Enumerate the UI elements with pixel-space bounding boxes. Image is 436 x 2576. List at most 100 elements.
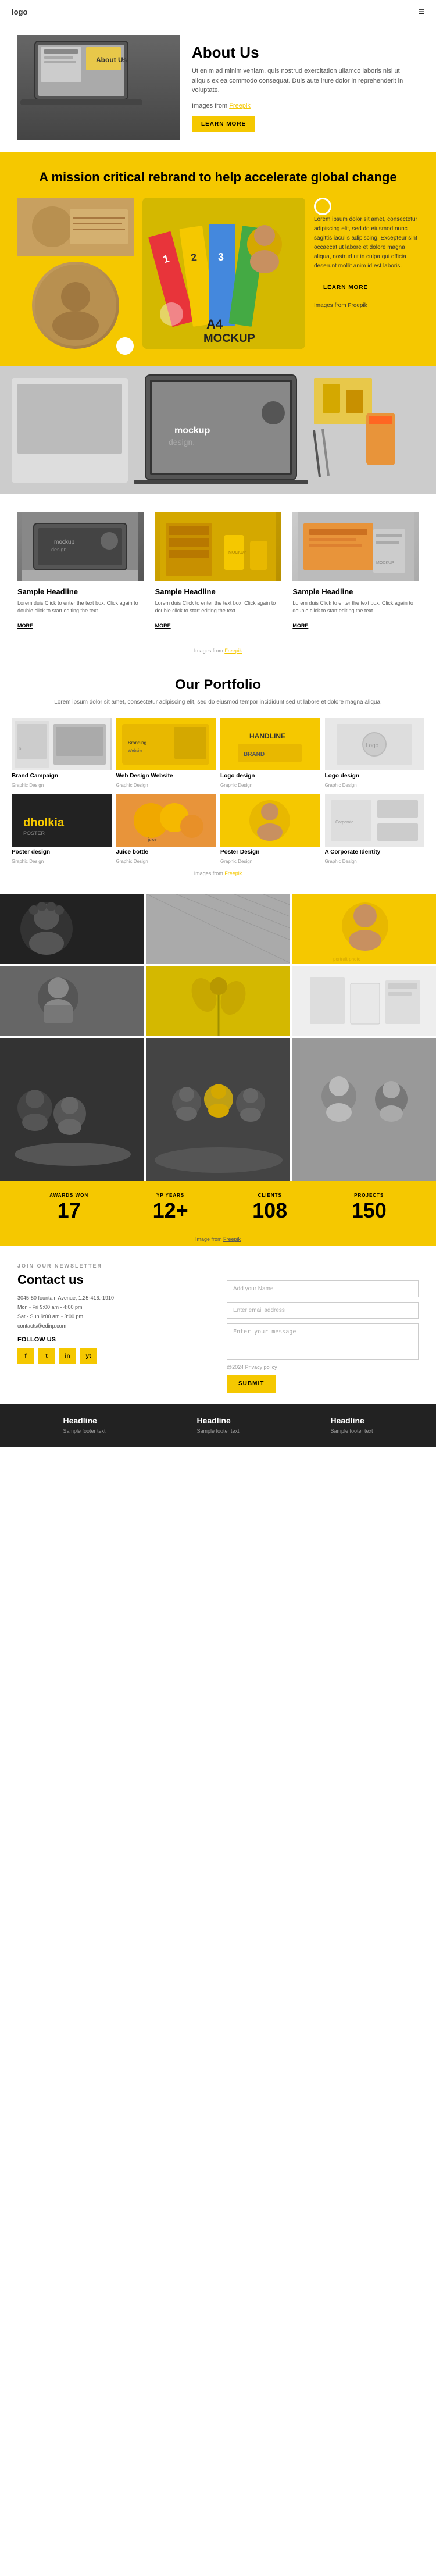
portfolio-item-7-category: Graphic Design [220, 859, 252, 864]
email-input[interactable] [227, 1302, 419, 1319]
hero-body: Ut enim ad minim veniam, quis nostrud ex… [192, 66, 419, 95]
rebrand-learn-more-button[interactable]: LEARN MORE [314, 280, 377, 295]
mockup-card-1-body: Lorem duis Click to enter the text box. … [17, 600, 144, 615]
portfolio-item-6-category: Graphic Design [116, 859, 148, 864]
gallery-cell-5 [146, 966, 290, 1036]
mockup-card-2: MOCKUP Sample Headline Lorem duis Click … [149, 506, 287, 636]
stat-clients-value: 108 [252, 1200, 287, 1221]
mockup-card-1-image: mockup design. [17, 512, 144, 581]
message-input[interactable] [227, 1323, 419, 1360]
svg-text:MOCKUP: MOCKUP [228, 551, 246, 555]
portfolio-item-8-category: Graphic Design [325, 859, 357, 864]
svg-text:About Us: About Us [96, 56, 127, 64]
twitter-icon[interactable]: t [38, 1348, 55, 1364]
gallery-cell-7 [0, 1038, 144, 1181]
rebrand-source: Images from Freepik [314, 301, 419, 311]
gallery-cell-9 [292, 1038, 436, 1181]
facebook-icon[interactable]: f [17, 1348, 34, 1364]
mockup-card-2-more[interactable]: MORE [155, 623, 171, 629]
svg-text:POSTER: POSTER [23, 830, 45, 836]
photo-gallery: portrait photo [0, 894, 436, 1181]
portfolio-subtitle: Lorem ipsum dolor sit amet, consectetur … [12, 698, 424, 707]
portfolio-title: Our Portfolio [12, 677, 424, 693]
submit-button[interactable]: SUBMIT [227, 1375, 276, 1393]
portfolio-item-5[interactable]: dholkia POSTER Poster design Graphic Des… [12, 794, 112, 866]
portfolio-item-3[interactable]: HANDLINE BRAND Logo design Graphic Desig… [220, 718, 320, 790]
newsletter-section: JOIN OUR NEWSLETTER Contact us 3045-50 f… [0, 1246, 436, 1404]
gallery-cell-2 [146, 894, 290, 964]
youtube-icon[interactable]: yt [80, 1348, 97, 1364]
mockup-card-2-image: MOCKUP [155, 512, 281, 581]
svg-text:dholkia: dholkia [23, 816, 65, 829]
hamburger-icon[interactable]: ≡ [418, 6, 424, 18]
privacy-note: @2024 Privacy policy [227, 1364, 419, 1370]
stat-projects: PROJECTS 150 [352, 1193, 387, 1221]
svg-text:Branding: Branding [128, 740, 146, 745]
portfolio-item-7-title: Poster Design [220, 849, 320, 855]
footer-col-2: Headline Sample footer text [196, 1416, 239, 1436]
svg-text:Website: Website [128, 749, 142, 753]
footer-col-1-title: Headline [63, 1416, 105, 1425]
portfolio-item-3-title: Logo design [220, 773, 320, 779]
portfolio-item-2-category: Graphic Design [116, 783, 148, 788]
svg-text:3: 3 [218, 251, 224, 263]
stats-source: Image from Freepik [0, 1233, 436, 1246]
hero-image: About Us [17, 35, 180, 140]
contact-hours1: Mon - Fri 9:00 am - 4:00 pm [17, 1303, 209, 1312]
portfolio-item-3-category: Graphic Design [220, 783, 252, 788]
stat-years-label: YP YEARS [153, 1193, 188, 1198]
newsletter-right: @2024 Privacy policy SUBMIT [227, 1263, 419, 1393]
mockup-card-1-title: Sample Headline [17, 587, 144, 596]
svg-text:juice: juice [148, 838, 157, 842]
stat-clients: CLIENTS 108 [252, 1193, 287, 1221]
portfolio-item-7[interactable]: Poster Design Graphic Design [220, 794, 320, 866]
portfolio-item-6[interactable]: juice Juice bottle Graphic Design [116, 794, 216, 866]
gallery-cell-1 [0, 894, 144, 964]
hero-source: Images from Freepik [192, 101, 419, 111]
mockup-card-1-more[interactable]: MORE [17, 623, 33, 629]
portfolio-item-2[interactable]: Branding Website Web Design Website Grap… [116, 718, 216, 790]
hero-learn-more-button[interactable]: LEARN MORE [192, 116, 255, 132]
stat-years-value: 12+ [153, 1200, 188, 1221]
portfolio-item-8[interactable]: Corporate A Corporate Identity Graphic D… [325, 794, 425, 866]
rebrand-images [17, 198, 134, 355]
instagram-icon[interactable]: in [59, 1348, 76, 1364]
gallery-cell-3: portrait photo [292, 894, 436, 964]
hero-content: About Us Ut enim ad minim veniam, quis n… [192, 44, 419, 132]
portfolio-item-5-category: Graphic Design [12, 859, 44, 864]
contact-email: contacts@edinp.com [17, 1321, 209, 1330]
svg-text:design.: design. [169, 437, 195, 447]
svg-text:design.: design. [51, 547, 68, 552]
portfolio-section: Our Portfolio Lorem ipsum dolor sit amet… [0, 659, 436, 894]
footer-col-3: Headline Sample footer text [330, 1416, 373, 1436]
stat-clients-label: CLIENTS [252, 1193, 287, 1198]
footer-col-2-title: Headline [196, 1416, 239, 1425]
svg-text:b: b [19, 746, 22, 751]
portfolio-item-1-category: Graphic Design [12, 783, 44, 788]
mockup-hero-image: mockup design. [0, 366, 436, 494]
mockup-card-2-title: Sample Headline [155, 587, 281, 596]
mockup-card-3-body: Lorem duis Click to enter the text box. … [292, 600, 419, 615]
footer-col-1: Headline Sample footer text [63, 1416, 105, 1436]
svg-text:MOCKUP: MOCKUP [203, 332, 255, 345]
footer-col-3-sub: Sample footer text [330, 1428, 373, 1436]
social-icons: f t in yt [17, 1348, 209, 1364]
rebrand-body: Lorem ipsum dolor sit amet, consectetur … [314, 215, 419, 271]
name-input[interactable] [227, 1280, 419, 1297]
svg-text:BRAND: BRAND [244, 751, 265, 758]
mockup-card-3-more[interactable]: MORE [292, 623, 308, 629]
mockup-card-3-image: MOCKUP [292, 512, 419, 581]
rebrand-writing-image [17, 198, 134, 256]
mockup-card-1: mockup design. Sample Headline Lorem dui… [12, 506, 149, 636]
portfolio-item-1[interactable]: b Brand Campaign Graphic Design [12, 718, 112, 790]
rebrand-headline: A mission critical rebrand to help accel… [17, 169, 419, 186]
gallery-cell-6 [292, 966, 436, 1036]
svg-text:HANDLINE: HANDLINE [249, 732, 285, 740]
rebrand-section: A mission critical rebrand to help accel… [0, 152, 436, 366]
contact-info: 3045-50 fountain Avenue, 1.25-416.-1910 … [17, 1293, 209, 1331]
hero-title: About Us [192, 44, 419, 62]
mockup-card-3-title: Sample Headline [292, 587, 419, 596]
portfolio-item-4[interactable]: Logo Logo design Graphic Design [325, 718, 425, 790]
stat-awards: AWARDS WON 17 [49, 1193, 88, 1221]
mockup-cards-container: mockup design. Sample Headline Lorem dui… [0, 494, 436, 648]
